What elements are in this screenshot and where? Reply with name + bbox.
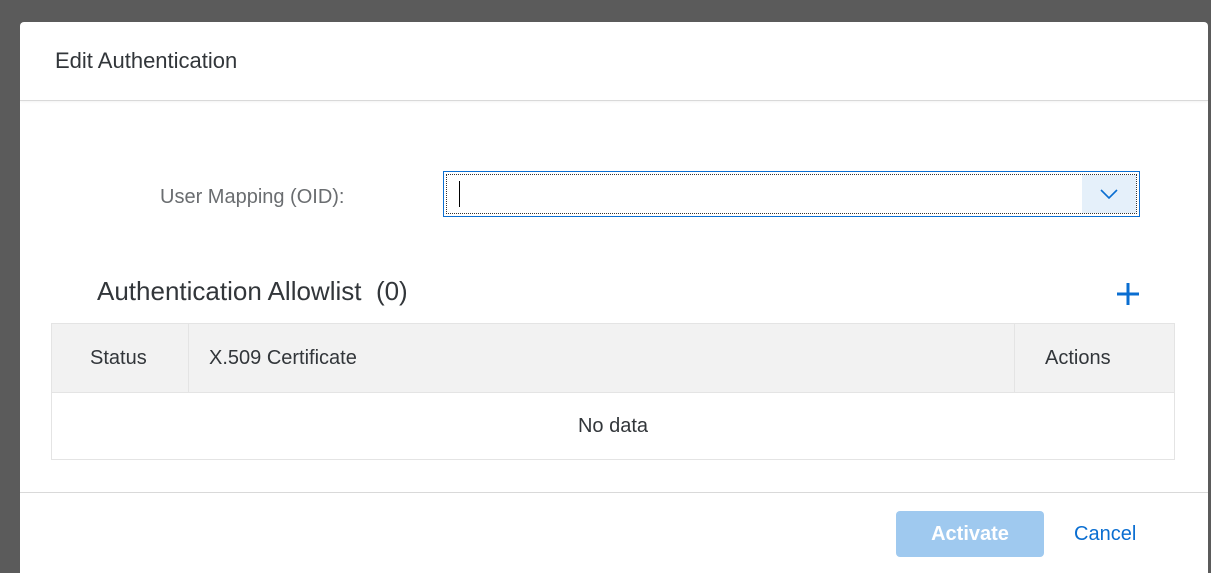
edit-authentication-dialog: Edit Authentication User Mapping (OID): … bbox=[20, 22, 1208, 573]
table-header: Status X.509 Certificate Actions bbox=[52, 324, 1174, 393]
column-header-certificate: X.509 Certificate bbox=[189, 324, 1015, 392]
activate-button[interactable]: Activate bbox=[896, 511, 1044, 557]
allowlist-table: Status X.509 Certificate Actions No data bbox=[51, 323, 1175, 460]
no-data-text: No data bbox=[577, 415, 649, 437]
cancel-button[interactable]: Cancel bbox=[1074, 511, 1136, 557]
user-mapping-label: User Mapping (OID): bbox=[160, 186, 345, 208]
chevron-down-icon bbox=[1100, 189, 1118, 199]
allowlist-count: (0) bbox=[375, 276, 408, 306]
user-mapping-combobox[interactable] bbox=[443, 171, 1140, 217]
allowlist-title: Authentication Allowlist (0) bbox=[97, 276, 408, 307]
dropdown-button[interactable] bbox=[1082, 175, 1136, 213]
column-header-status: Status bbox=[52, 324, 189, 392]
dialog-footer: Activate Cancel bbox=[20, 492, 1208, 573]
dialog-header: Edit Authentication bbox=[20, 22, 1208, 101]
plus-icon bbox=[1117, 283, 1139, 305]
add-button[interactable] bbox=[1108, 274, 1148, 314]
allowlist-title-text: Authentication Allowlist bbox=[97, 276, 362, 306]
column-header-actions: Actions bbox=[1045, 347, 1111, 369]
dialog-title: Edit Authentication bbox=[55, 48, 238, 73]
text-cursor bbox=[459, 181, 460, 207]
